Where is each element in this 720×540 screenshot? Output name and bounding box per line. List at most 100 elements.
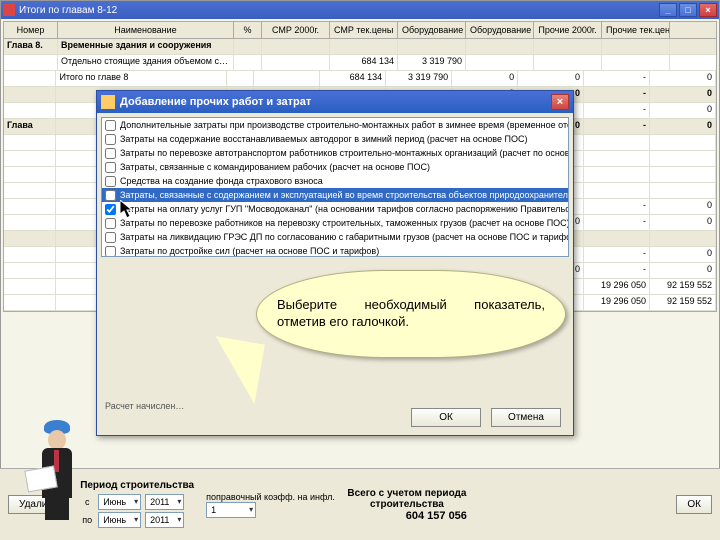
item-checkbox[interactable] [105, 176, 116, 187]
hint-callout: Выберите необходимый показатель, отметив… [256, 270, 566, 358]
cell [534, 39, 602, 54]
cell: 0 [650, 247, 716, 262]
column-header[interactable]: % [234, 22, 262, 38]
cost-checklist[interactable]: Дополнительные затраты при производстве … [101, 117, 569, 257]
coef-combo[interactable]: 1 [206, 502, 256, 518]
checklist-item[interactable]: Затраты на ликвидацию ГРЭС ДП по согласо… [102, 230, 568, 244]
cell: Временные здания и сооружения [58, 39, 234, 54]
cell [4, 151, 56, 166]
cell [584, 183, 650, 198]
column-header[interactable]: Номер [4, 22, 58, 38]
maximize-button[interactable]: □ [679, 3, 697, 17]
cell: - [584, 247, 650, 262]
table-row[interactable]: Итого по главе 8684 1343 319 79000-0 [4, 71, 716, 87]
checklist-item[interactable]: Средства на создание фонда страхового вз… [102, 174, 568, 188]
cell: Отдельно стоящие здания объемом свыше 50… [58, 55, 234, 70]
cell: - [584, 199, 650, 214]
cell [4, 55, 58, 70]
cell [650, 135, 716, 150]
column-header[interactable]: Наименование [58, 22, 234, 38]
year-from-combo[interactable]: 2011 [145, 494, 184, 510]
period-header: Период строительства [80, 480, 194, 491]
cell: 0 [650, 87, 716, 102]
cell [254, 71, 320, 86]
close-button[interactable]: × [699, 3, 717, 17]
item-label: Затраты по перевозке работников на перев… [120, 217, 568, 229]
total-block: Всего с учетом периода строительства 604… [347, 488, 467, 522]
item-checkbox[interactable] [105, 232, 116, 243]
item-checkbox[interactable] [105, 162, 116, 173]
add-costs-dialog: Добавление прочих работ и затрат × Допол… [96, 90, 574, 436]
item-checkbox[interactable] [105, 120, 116, 131]
month-to-combo[interactable]: Июнь [98, 512, 141, 528]
cell: 0 [650, 263, 716, 278]
callout-tail [205, 336, 265, 404]
period-block: Период строительства с Июнь 2011 по Июнь… [80, 480, 194, 530]
cell [650, 167, 716, 182]
column-header[interactable]: Прочие тек.цены [602, 22, 670, 38]
minimize-button[interactable]: _ [659, 3, 677, 17]
cell: 684 134 [330, 55, 398, 70]
item-checkbox[interactable] [105, 134, 116, 145]
column-header[interactable]: СМР тек.цены [330, 22, 398, 38]
dialog-close-button[interactable]: × [551, 94, 569, 110]
item-checkbox[interactable] [105, 218, 116, 229]
cell [584, 135, 650, 150]
column-header[interactable]: Оборудование тек.цены [466, 22, 534, 38]
column-header[interactable]: Оборудование 2000г. [398, 22, 466, 38]
cell [4, 279, 56, 294]
item-label: Затраты, связанные с содержанием и экспл… [120, 189, 568, 201]
item-label: Затраты по перевозке автотранспортом раб… [120, 147, 568, 159]
item-label: Затраты на оплату услуг ГУП "Мосводокана… [120, 203, 568, 215]
checklist-item[interactable]: Затраты, связанные с командированием раб… [102, 160, 568, 174]
item-checkbox[interactable] [105, 246, 116, 257]
cell [4, 263, 56, 278]
cell [466, 55, 534, 70]
cell [4, 167, 56, 182]
checklist-item[interactable]: Затраты на содержание восстанавливаемых … [102, 132, 568, 146]
cell [234, 39, 262, 54]
checklist-item[interactable]: Затраты по перевозке работников на перев… [102, 216, 568, 230]
item-checkbox[interactable] [105, 190, 116, 201]
cell: 0 [452, 71, 518, 86]
year-to-combo[interactable]: 2011 [145, 512, 184, 528]
cell [227, 71, 254, 86]
checklist-item[interactable]: Затраты по перевозке автотранспортом раб… [102, 146, 568, 160]
checklist-item[interactable]: Затраты, связанные с содержанием и экспл… [102, 188, 568, 202]
cell [534, 55, 602, 70]
cell: - [584, 263, 650, 278]
grid-header: НомерНаименование%СМР 2000г.СМР тек.цены… [4, 22, 716, 39]
cell [584, 167, 650, 182]
cell [4, 87, 56, 102]
cell [4, 199, 56, 214]
main-titlebar: Итоги по главам 8-12 _ □ × [1, 1, 719, 19]
cell [650, 151, 716, 166]
month-from-combo[interactable]: Июнь [98, 494, 141, 510]
ok-button[interactable]: ОК [676, 495, 712, 514]
app-icon [3, 4, 15, 16]
cell [650, 231, 716, 246]
dialog-cancel-button[interactable]: Отмена [491, 408, 561, 427]
cell: Глава [4, 119, 56, 134]
item-checkbox[interactable] [105, 204, 116, 215]
checklist-item[interactable]: Затраты на оплату услуг ГУП "Мосводокана… [102, 202, 568, 216]
checklist-item[interactable]: Затраты по достройке сил (расчет на осно… [102, 244, 568, 257]
cell: 92 159 552 [650, 295, 716, 310]
column-header[interactable]: Прочие 2000г. [534, 22, 602, 38]
column-header[interactable]: СМР 2000г. [262, 22, 330, 38]
item-checkbox[interactable] [105, 148, 116, 159]
dialog-titlebar: Добавление прочих работ и затрат × [97, 91, 573, 113]
total-label: Всего с учетом периода строительства [347, 488, 467, 510]
cell [650, 183, 716, 198]
cell: 0 [518, 71, 584, 86]
checklist-item[interactable]: Дополнительные затраты при производстве … [102, 118, 568, 132]
cell [4, 135, 56, 150]
table-row[interactable]: Глава 8.Временные здания и сооружения [4, 39, 716, 55]
cell [4, 183, 56, 198]
cell: 0 [650, 119, 716, 134]
total-value: 604 157 056 [347, 510, 467, 522]
cell [330, 39, 398, 54]
dialog-ok-button[interactable]: ОК [411, 408, 481, 427]
window-title: Итоги по главам 8-12 [19, 5, 657, 16]
table-row[interactable]: Отдельно стоящие здания объемом свыше 50… [4, 55, 716, 71]
